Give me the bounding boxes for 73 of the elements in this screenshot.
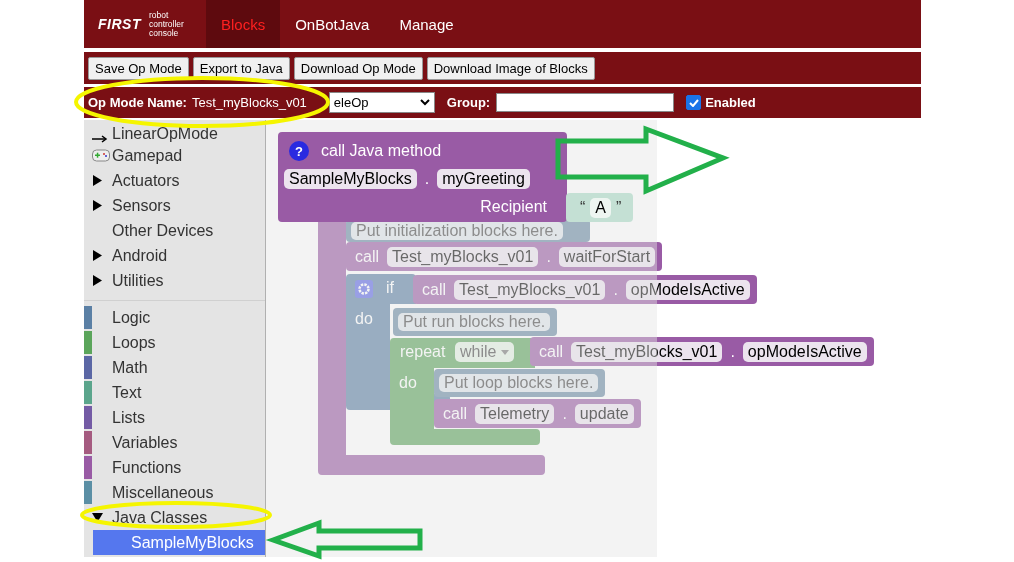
category-item[interactable]: Logic	[84, 305, 265, 330]
toolbox-item[interactable]: Gamepad	[84, 143, 265, 168]
toolbox-item[interactable]: Other Devices	[84, 218, 265, 243]
enabled-checkbox[interactable]	[686, 95, 702, 110]
keyword-label: repeat	[400, 343, 446, 361]
toolbar-button[interactable]: Download Op Mode	[293, 56, 423, 80]
dot-separator: .	[424, 170, 430, 188]
dot-separator: .	[730, 342, 735, 361]
toolbox-subitem[interactable]: SampleMyBlocks	[93, 530, 265, 555]
toolbox-item[interactable]: Android	[84, 243, 265, 268]
class-field[interactable]: SampleMyBlocks	[284, 169, 417, 189]
category-item[interactable]: Functions	[84, 455, 265, 480]
dot-separator: .	[562, 404, 567, 423]
keyword-label: call	[443, 404, 467, 423]
collapsed-triangle-icon[interactable]	[92, 275, 103, 286]
keyword-label: call	[539, 342, 563, 361]
expanded-triangle-icon[interactable]	[92, 512, 103, 523]
class-field[interactable]: Test_myBlocks_v01	[571, 341, 723, 362]
dot-separator: .	[546, 247, 551, 266]
collapsed-triangle-icon[interactable]	[92, 250, 103, 261]
method-field[interactable]: update	[574, 403, 634, 424]
caret-icon	[501, 349, 510, 355]
group-label: Group:	[446, 95, 491, 110]
op-mode-name-label: Op Mode Name:	[88, 95, 187, 110]
block-title: call Java method	[321, 142, 442, 160]
toolbox-item[interactable]: LinearOpMode	[84, 123, 265, 143]
text-field[interactable]: A	[590, 197, 611, 218]
toolbox-item[interactable]: Sensors	[84, 193, 265, 218]
method-field[interactable]: opModeIsActive	[742, 341, 867, 362]
toolbox-item[interactable]: Java Classes	[84, 505, 265, 530]
method-field[interactable]: myGreeting	[437, 169, 530, 189]
enabled-label: Enabled	[705, 95, 756, 110]
method-field[interactable]: waitForStart	[558, 246, 656, 267]
help-icon[interactable]: ?	[289, 141, 309, 161]
gamepad-icon	[92, 149, 110, 162]
category-item[interactable]: Variables	[84, 430, 265, 455]
close-quote: ”	[616, 198, 622, 217]
toolbox-item[interactable]: Actuators	[84, 168, 265, 193]
collapsed-triangle-icon[interactable]	[92, 175, 103, 186]
toolbar-button[interactable]: Download Image of Blocks	[426, 56, 595, 80]
category-item[interactable]: Miscellaneous	[84, 480, 265, 505]
collapsed-triangle-icon[interactable]	[92, 200, 103, 211]
logo-text: FIRST	[98, 16, 141, 32]
class-field[interactable]: Test_myBlocks_v01	[387, 246, 539, 267]
logo-caption: robot controller console	[148, 10, 184, 38]
category-item[interactable]: Text	[84, 380, 265, 405]
open-quote: “	[580, 198, 586, 217]
toolbox-item[interactable]: Utilities	[84, 268, 265, 293]
class-field[interactable]: Telemetry	[475, 403, 555, 424]
arrow-icon	[92, 135, 108, 143]
nav-tab[interactable]: Manage	[384, 0, 469, 48]
op-mode-type-select[interactable]: eleOp	[328, 92, 435, 113]
parameter-label: Recipient	[480, 198, 547, 216]
comment-text: Put run blocks here.	[398, 313, 551, 331]
category-item[interactable]: Math	[84, 355, 265, 380]
dot-separator: .	[613, 280, 618, 299]
category-item[interactable]: Loops	[84, 330, 265, 355]
nav-tab[interactable]: OnBotJava	[280, 0, 385, 48]
keyword-label: do	[399, 374, 417, 392]
op-mode-name: Test_myBlocks_v01	[191, 95, 307, 110]
chevron-down-icon	[419, 99, 430, 106]
toolbar-button[interactable]: Export to Java	[192, 56, 290, 80]
class-field[interactable]: Test_myBlocks_v01	[454, 279, 606, 300]
nav-tab[interactable]: Blocks	[206, 0, 281, 48]
comment-text: Put loop blocks here.	[439, 374, 599, 392]
keyword-label: call	[422, 280, 446, 299]
keyword-label: if	[386, 279, 394, 297]
keyword-label: call	[355, 247, 379, 266]
method-field[interactable]: opModeIsActive	[625, 279, 750, 300]
toolbar-button[interactable]: Save Op Mode	[88, 56, 189, 80]
group-field[interactable]	[496, 93, 675, 112]
keyword-label: do	[355, 310, 373, 328]
category-item[interactable]: Lists	[84, 405, 265, 430]
